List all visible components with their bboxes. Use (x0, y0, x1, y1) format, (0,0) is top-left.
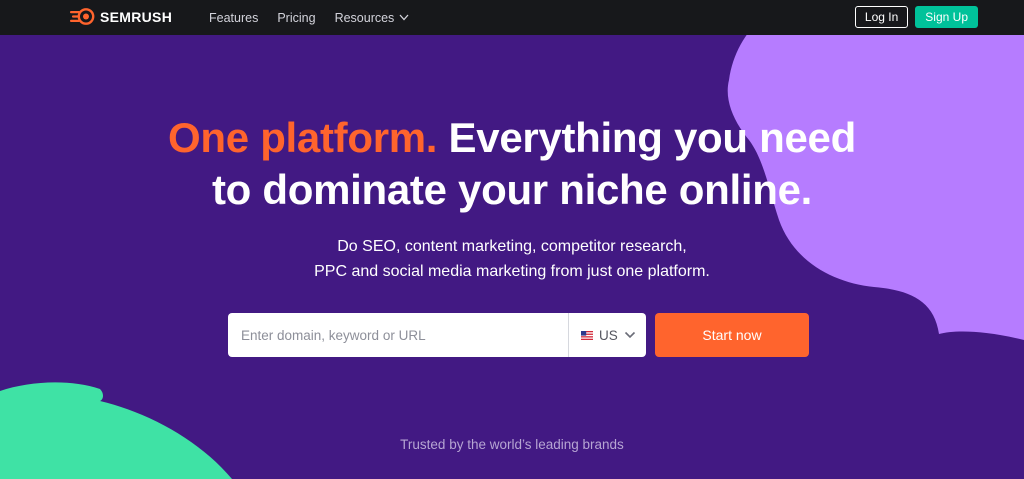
nav-features-link[interactable]: Features (209, 11, 258, 25)
hero-title: One platform. Everything you need to dom… (0, 112, 1024, 216)
nav-resources-dropdown[interactable]: Resources (335, 11, 410, 25)
hero-title-line-1: One platform. Everything you need (0, 112, 1024, 164)
top-navbar: SEMRUSH Features Pricing Resources Log I… (0, 0, 1024, 35)
search-box: US (228, 313, 646, 357)
start-now-button[interactable]: Start now (655, 313, 809, 357)
signup-button[interactable]: Sign Up (915, 6, 978, 28)
login-button[interactable]: Log In (854, 6, 909, 28)
nav-actions: Log In Sign Up (854, 6, 978, 28)
hero-subtitle: Do SEO, content marketing, competitor re… (0, 234, 1024, 284)
nav-resources-label: Resources (334, 10, 395, 25)
hero-title-accent: One platform. (168, 114, 438, 161)
chevron-down-icon (399, 14, 409, 21)
us-flag-icon (581, 330, 593, 340)
country-select[interactable]: US (568, 313, 646, 357)
semrush-fire-icon (70, 8, 95, 25)
hero-subtitle-line-1: Do SEO, content marketing, competitor re… (337, 238, 687, 255)
nav-links: Features Pricing Resources (209, 0, 409, 35)
hero-title-rest: Everything you need (437, 114, 857, 161)
country-code: US (599, 327, 618, 343)
landing-page: SEMRUSH Features Pricing Resources Log I… (0, 0, 1024, 479)
semrush-logo[interactable]: SEMRUSH (70, 8, 172, 25)
nav-pricing-link[interactable]: Pricing (277, 11, 315, 25)
search-form: US Start now (228, 313, 809, 357)
hero-title-line-2: to dominate your niche online. (211, 166, 813, 213)
domain-search-input[interactable] (228, 313, 568, 357)
chevron-down-icon (624, 331, 635, 339)
logo-text: SEMRUSH (100, 8, 173, 25)
trusted-brands-text: Trusted by the world’s leading brands (400, 437, 624, 452)
green-blob-shape (0, 382, 232, 479)
hero-subtitle-line-2: PPC and social media marketing from just… (314, 263, 710, 280)
